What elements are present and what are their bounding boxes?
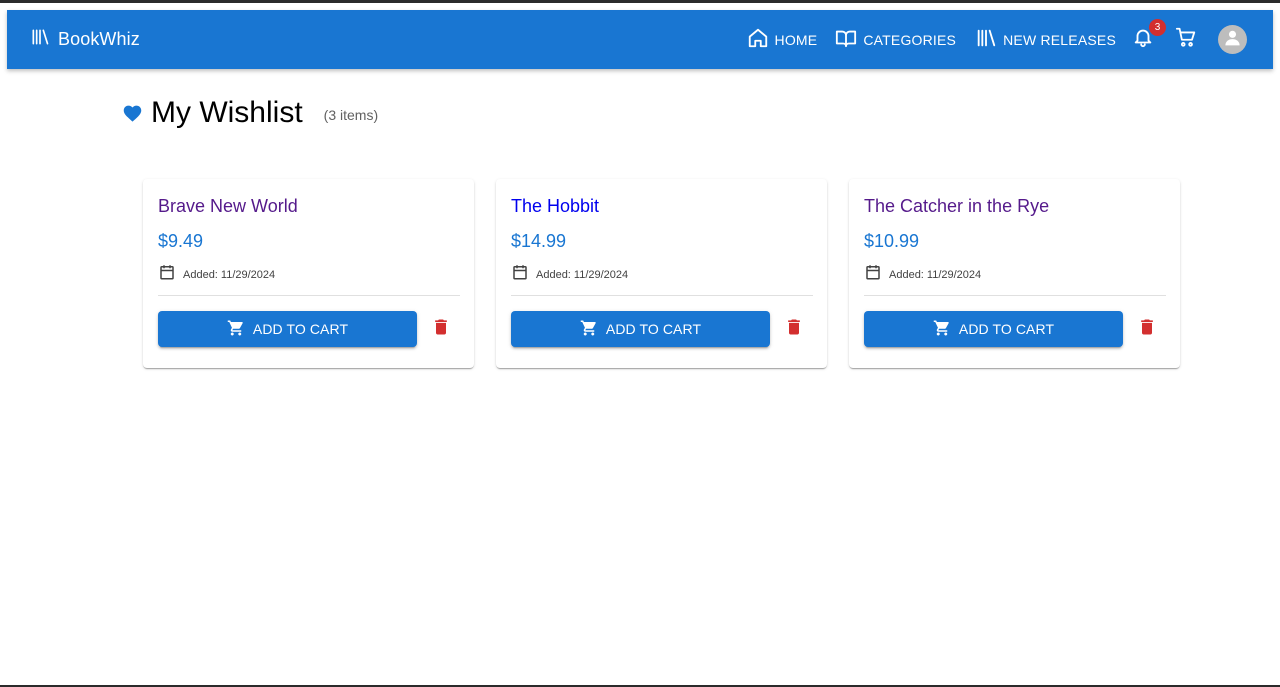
trash-icon — [1137, 317, 1157, 342]
nav-new-releases-button[interactable]: NEW RELEASES — [975, 27, 1116, 52]
notifications-button[interactable]: 3 — [1132, 18, 1166, 51]
added-date-text: Added: 11/29/2024 — [183, 268, 276, 281]
added-date-text: Added: 11/29/2024 — [536, 268, 629, 281]
app-bar: BookWhiz HOME CATEGORIES NEW RELEASES 3 — [7, 10, 1273, 69]
book-open-icon — [835, 27, 863, 52]
remove-from-wishlist-button[interactable] — [782, 317, 806, 341]
add-to-cart-label: ADD TO CART — [252, 321, 349, 337]
avatar-icon — [1223, 28, 1242, 52]
nav-categories-label: CATEGORIES — [863, 31, 957, 48]
book-title-link[interactable]: Brave New World — [158, 196, 298, 217]
calendar-icon — [511, 263, 536, 286]
page-title: My Wishlist — [151, 96, 303, 129]
book-price: $9.49 — [158, 231, 204, 251]
cart-button[interactable] — [1175, 26, 1197, 53]
remove-from-wishlist-button[interactable] — [1135, 317, 1159, 341]
divider — [511, 295, 813, 296]
page-heading: My Wishlist (3 items) — [122, 96, 378, 130]
trash-icon — [431, 317, 451, 342]
main-nav: HOME CATEGORIES NEW RELEASES 3 — [747, 18, 1247, 54]
nav-home-button[interactable]: HOME — [747, 27, 818, 52]
added-date: Added: 11/29/2024 — [511, 263, 628, 286]
book-price: $14.99 — [511, 231, 567, 251]
divider — [158, 295, 460, 296]
add-to-cart-button[interactable]: ADD TO CART — [864, 311, 1123, 347]
wishlist-card: The Hobbit $14.99 Added: 11/29/2024 ADD … — [496, 179, 827, 368]
book-price: $10.99 — [864, 231, 920, 251]
calendar-icon — [158, 263, 183, 286]
add-to-cart-label: ADD TO CART — [958, 321, 1055, 337]
cart-icon — [580, 319, 606, 340]
add-to-cart-button[interactable]: ADD TO CART — [511, 311, 770, 347]
nav-categories-button[interactable]: CATEGORIES — [835, 27, 956, 52]
remove-from-wishlist-button[interactable] — [429, 317, 453, 341]
heart-icon — [122, 103, 143, 124]
book-title-link[interactable]: The Catcher in the Rye — [864, 196, 1049, 217]
window-top-border — [0, 0, 1280, 3]
added-date-text: Added: 11/29/2024 — [889, 268, 982, 281]
library-icon — [30, 27, 50, 52]
brand[interactable]: BookWhiz — [30, 27, 140, 52]
added-date: Added: 11/29/2024 — [864, 263, 981, 286]
book-title-link[interactable]: The Hobbit — [511, 196, 599, 217]
home-icon — [747, 27, 775, 52]
cart-icon — [933, 319, 959, 340]
nav-new-releases-label: NEW RELEASES — [1003, 31, 1116, 48]
avatar[interactable] — [1218, 25, 1247, 54]
app-title: BookWhiz — [58, 29, 140, 49]
notification-count-badge: 3 — [1149, 18, 1166, 36]
nav-home-label: HOME — [774, 31, 818, 48]
wishlist-card: The Catcher in the Rye $10.99 Added: 11/… — [849, 179, 1180, 368]
item-count: (3 items) — [323, 106, 379, 123]
add-to-cart-button[interactable]: ADD TO CART — [158, 311, 417, 347]
cart-icon — [227, 319, 253, 340]
library-icon — [975, 27, 1003, 52]
added-date: Added: 11/29/2024 — [158, 263, 275, 286]
trash-icon — [784, 317, 804, 342]
calendar-icon — [864, 263, 889, 286]
divider — [864, 295, 1166, 296]
add-to-cart-label: ADD TO CART — [605, 321, 702, 337]
wishlist-card: Brave New World $9.49 Added: 11/29/2024 … — [143, 179, 474, 368]
cart-icon — [1175, 26, 1197, 53]
